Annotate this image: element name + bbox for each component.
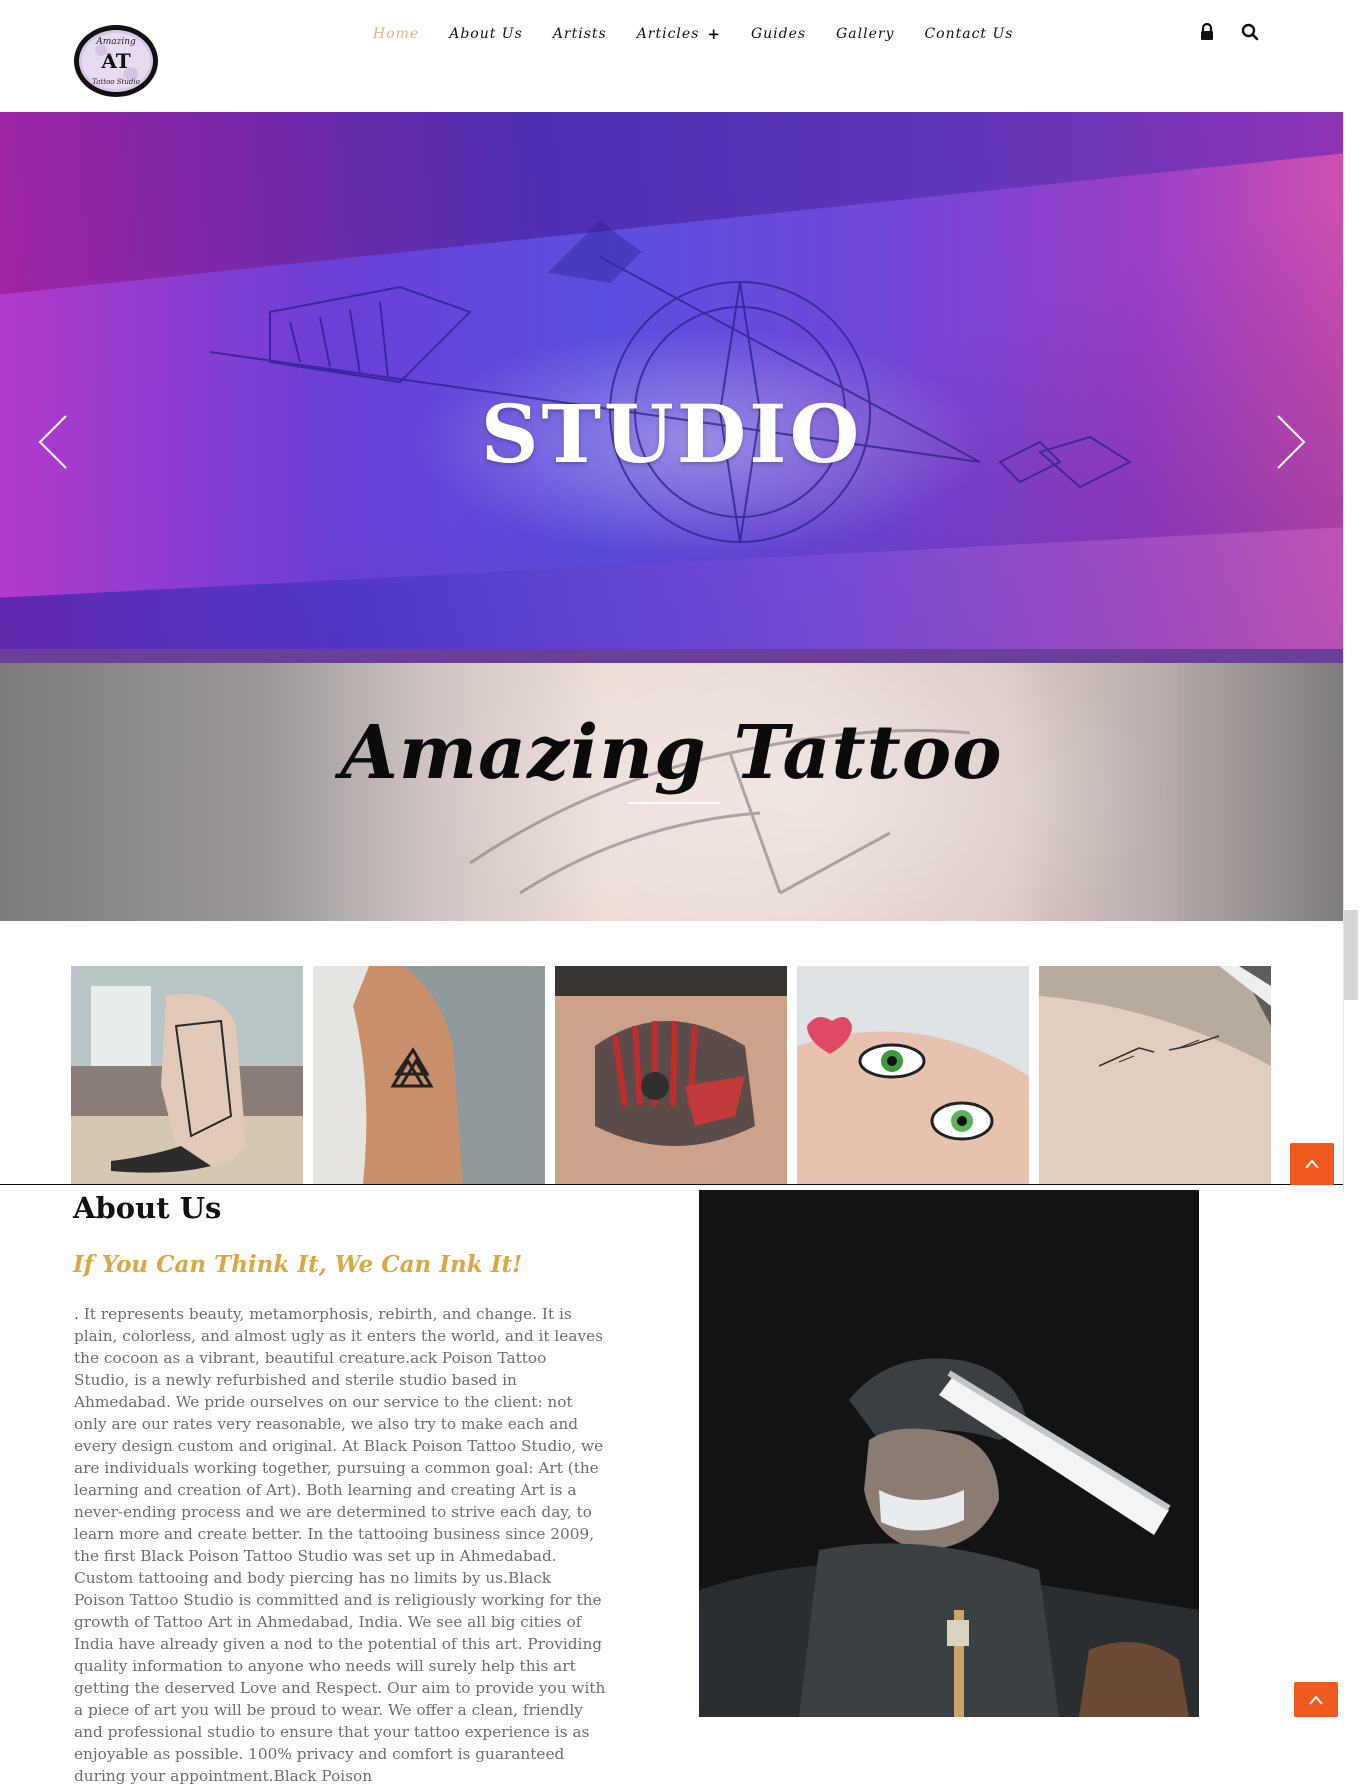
site-header: Amazing AT Tattoo Studio Home About Us A…	[0, 0, 1366, 112]
logo-text-top: Amazing	[95, 37, 136, 47]
slider-prev-button[interactable]	[36, 412, 76, 472]
nav-articles-label: Articles	[636, 26, 700, 42]
about-heading: About Us	[73, 1191, 222, 1225]
about-subheading: If You Can Think It, We Can Ink It!	[73, 1251, 523, 1278]
nav-contact-us-label: Contact Us	[924, 26, 1014, 42]
main-nav: Home About Us Artists Articles + Guides G…	[373, 24, 1043, 44]
nav-home[interactable]: Home	[373, 26, 419, 42]
nav-guides[interactable]: Guides	[751, 26, 806, 42]
hero-slider: STUDIO	[0, 112, 1343, 649]
plus-icon[interactable]: +	[707, 25, 721, 43]
about-body-text: . It represents beauty, metamorphosis, r…	[74, 1305, 606, 1785]
nav-home-label: Home	[373, 26, 420, 42]
chevron-up-icon	[1305, 1159, 1319, 1169]
nav-gallery-label: Gallery	[836, 26, 895, 42]
gallery-divider	[0, 1184, 1343, 1185]
logo-text-bottom: Tattoo Studio	[92, 78, 140, 86]
banner-title: Amazing Tattoo	[340, 710, 1003, 796]
amazing-tattoo-banner: Amazing Tattoo	[0, 663, 1343, 921]
hero-title: STUDIO	[480, 387, 863, 481]
tattoo-artist-photo	[699, 1190, 1199, 1717]
nav-articles[interactable]: Articles +	[637, 25, 721, 43]
hero-bottom-strip	[0, 649, 1343, 663]
banner-underline	[628, 802, 720, 804]
gallery-item-eyes-heart-arm-tattoo[interactable]	[797, 966, 1029, 1184]
back-to-top-button[interactable]	[1290, 1143, 1334, 1185]
chevron-up-icon	[1309, 1694, 1323, 1705]
nav-gallery[interactable]: Gallery	[836, 26, 894, 42]
nav-artists-label: Artists	[552, 26, 607, 42]
gallery-item-triangle-forearm-tattoo[interactable]	[313, 966, 545, 1184]
site-logo[interactable]: Amazing AT Tattoo Studio	[71, 22, 161, 100]
lock-icon[interactable]	[1197, 22, 1217, 42]
chevron-right-icon	[1277, 415, 1306, 469]
chevron-left-icon	[38, 415, 67, 469]
nav-about-us-label: About Us	[449, 26, 523, 42]
gallery-item-hands-arm-tattoo[interactable]	[1039, 966, 1271, 1184]
nav-guides-label: Guides	[750, 26, 807, 42]
nav-about-us[interactable]: About Us	[449, 26, 523, 42]
hero-tattoo-illustration	[209, 220, 1133, 543]
page-edge-line	[1343, 112, 1344, 1192]
nav-contact-us[interactable]: Contact Us	[924, 26, 1013, 42]
back-to-top-button-secondary[interactable]	[1294, 1682, 1338, 1717]
search-icon[interactable]	[1240, 22, 1260, 42]
slider-next-button[interactable]	[1268, 412, 1308, 472]
gallery-item-sketch-leg-tattoo[interactable]	[71, 966, 303, 1184]
logo-monogram: AT	[100, 49, 130, 73]
gallery-item-wolf-headdress-back-tattoo[interactable]	[555, 966, 787, 1184]
nav-artists[interactable]: Artists	[553, 26, 607, 42]
scrollbar-thumb[interactable]	[1344, 910, 1358, 1000]
